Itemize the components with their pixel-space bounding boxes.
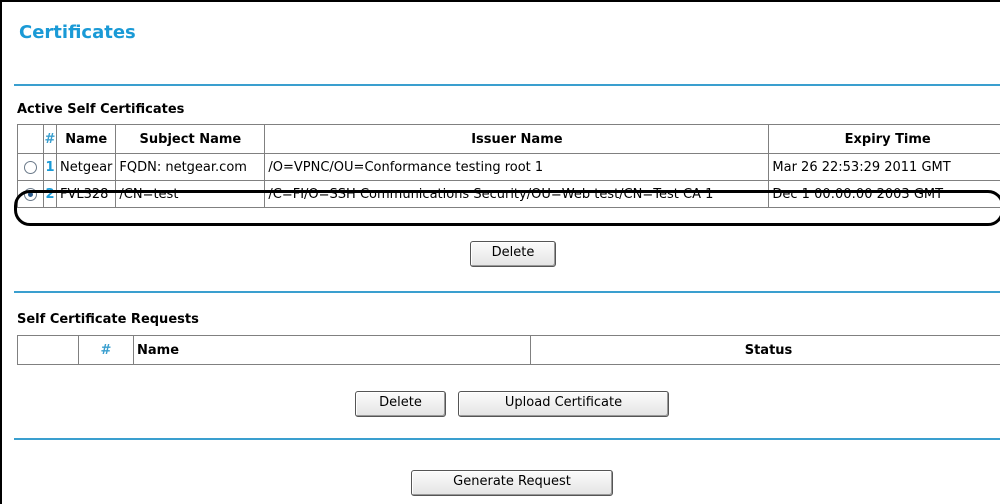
upload-certificate-button[interactable]: Upload Certificate <box>458 391 669 417</box>
table-header-row: # Name Subject Name Issuer Name Expiry T… <box>17 124 1000 154</box>
number-column-header: # <box>43 124 57 154</box>
divider <box>14 438 1000 440</box>
generate-request-button[interactable]: Generate Request <box>411 470 613 496</box>
selected-row-highlight <box>14 190 1000 226</box>
certificate-issuer: /O=VPNC/OU=Conformance testing root 1 <box>264 153 770 181</box>
name-column-header: Name <box>55 124 117 154</box>
number-column-header: # <box>78 335 134 365</box>
certificate-expiry: Mar 26 22:53:29 2011 GMT <box>768 153 1000 181</box>
subject-column-header: Subject Name <box>115 124 266 154</box>
row-number: 1 <box>43 153 57 181</box>
delete-active-button[interactable]: Delete <box>470 241 556 267</box>
name-column-header: Name <box>133 335 531 365</box>
select-column-header <box>17 124 44 154</box>
expiry-column-header: Expiry Time <box>768 124 1000 154</box>
radio-button[interactable] <box>24 160 37 174</box>
divider <box>14 291 1000 293</box>
row-select-radio[interactable] <box>17 153 44 181</box>
select-column-header <box>17 335 79 365</box>
table-header-row: # Name Status <box>17 335 1000 365</box>
certificate-subject: FQDN: netgear.com <box>115 153 266 181</box>
status-column-header: Status <box>530 335 1000 365</box>
certificate-name: Netgear <box>55 153 117 181</box>
table-row: 1 Netgear FQDN: netgear.com /O=VPNC/OU=C… <box>17 153 1000 181</box>
issuer-column-header: Issuer Name <box>264 124 770 154</box>
page-title: Certificates <box>19 22 136 43</box>
certificate-requests-table: # Name Status <box>17 335 1000 365</box>
certificate-requests-title: Self Certificate Requests <box>17 312 199 327</box>
active-certificates-title: Active Self Certificates <box>17 102 185 117</box>
divider <box>14 84 1000 86</box>
delete-request-button[interactable]: Delete <box>355 391 446 417</box>
